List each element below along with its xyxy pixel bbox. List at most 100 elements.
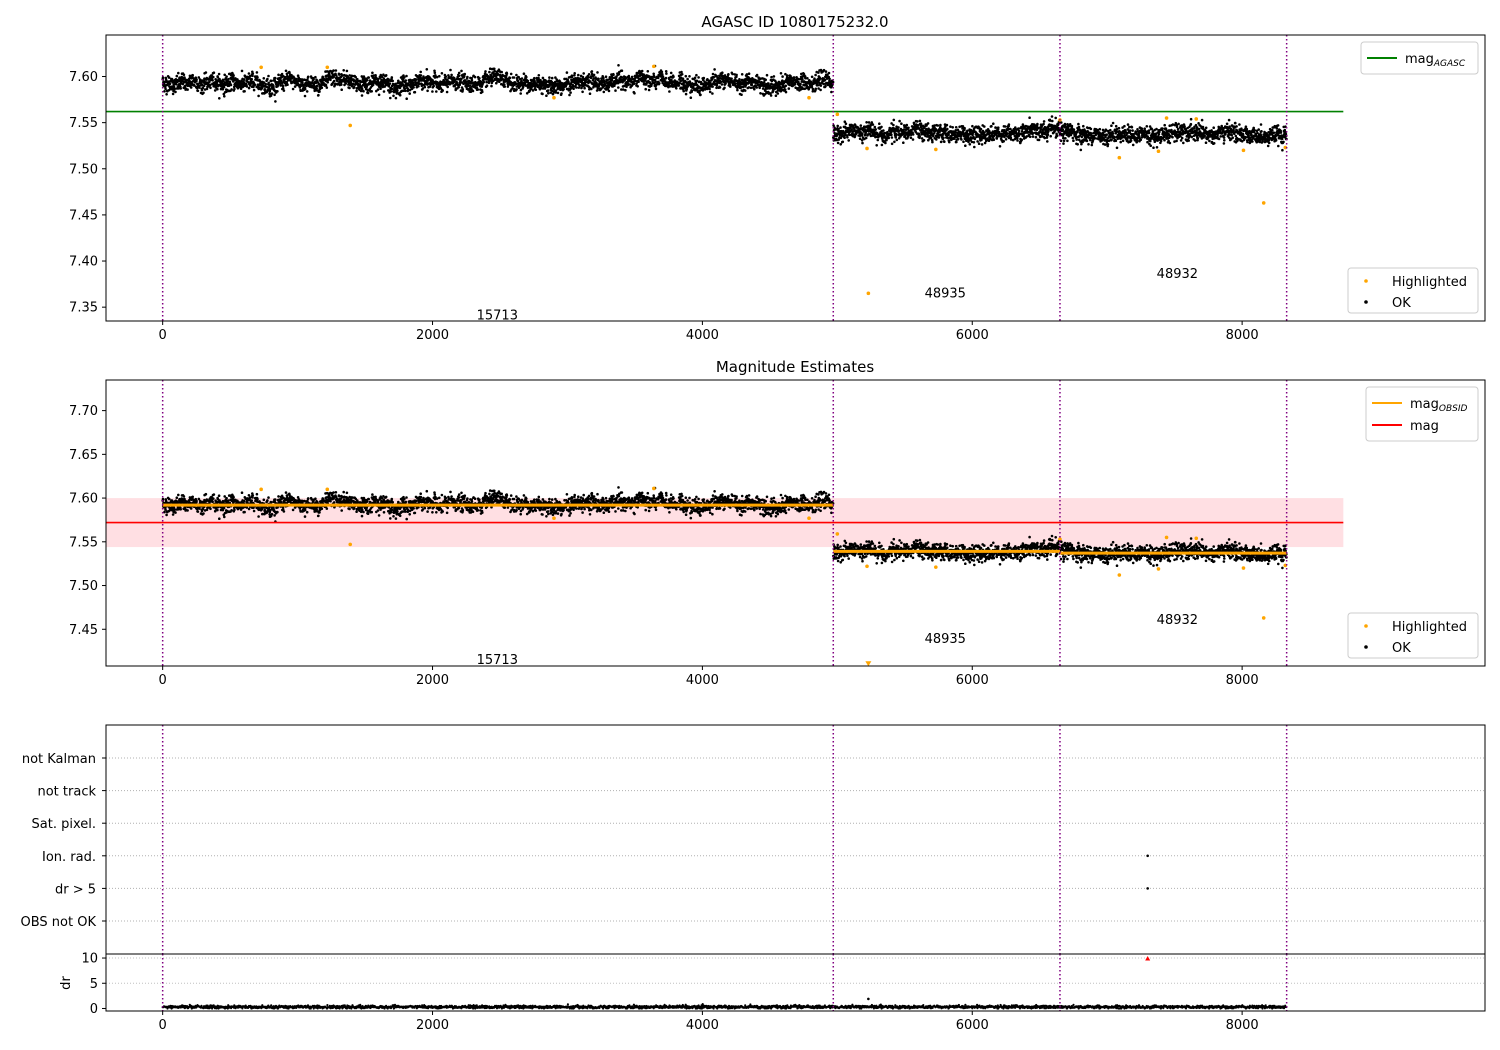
axes-frame — [105, 724, 1486, 955]
highlighted-point — [865, 146, 869, 151]
highlighted-point — [865, 564, 869, 569]
highlighted-point — [552, 516, 556, 520]
y-tick-label: 10 — [81, 952, 98, 967]
panel-magnitude-estimates: Magnitude Estimates1571348935489320 2000 4… — [69, 358, 1486, 688]
highlighted-point — [1117, 573, 1122, 577]
flag-label: dr > 5 — [55, 882, 96, 897]
highlighted-point — [325, 487, 330, 492]
dr-point — [867, 997, 870, 1001]
x-tick-label: 0 — [159, 673, 167, 688]
highlighted-point — [348, 123, 353, 128]
panel-flags: not Kalman not track Sat. pixel. Ion. rad. d… — [21, 724, 1486, 955]
legend-label: Highlighted — [1392, 275, 1467, 290]
dr-points — [161, 1003, 1288, 1010]
y-tick-label: 7.55 — [69, 535, 98, 550]
highlighted-point — [652, 486, 656, 491]
flag-label: not track — [37, 785, 96, 800]
x-tick-label: 6000 — [956, 673, 989, 688]
legend-label: OK — [1392, 641, 1411, 656]
highlighted-point — [1261, 201, 1266, 205]
highlighted-point — [348, 542, 353, 547]
highlighted-point — [1156, 149, 1161, 154]
legend-label: OK — [1392, 296, 1411, 311]
highlighted-point — [1164, 535, 1169, 540]
figure-title: AGASC ID 1080175232.0 — [701, 13, 888, 31]
y-tick-label: 7.60 — [69, 70, 98, 85]
highlighted-point — [325, 65, 330, 70]
dr-axis-label: dr — [59, 976, 74, 990]
y-tick-label: 7.55 — [69, 116, 98, 131]
y-tick-label: 7.50 — [69, 579, 98, 594]
x-tick-label: 8000 — [1226, 1018, 1259, 1033]
highlighted-point — [934, 147, 938, 152]
x-tick-label: 4000 — [686, 1018, 719, 1033]
highlighted-point — [1194, 117, 1199, 121]
x-tick-label: 4000 — [686, 328, 719, 343]
x-tick-label: 6000 — [956, 1018, 989, 1033]
panel-title: Magnitude Estimates — [716, 358, 874, 376]
flag-point — [1146, 887, 1149, 890]
x-tick-label: 2000 — [416, 673, 449, 688]
panel-dr: 0 2000 4000 6000 8000 0 5 10 dr — [59, 952, 1486, 1033]
y-tick-label: 7.50 — [69, 162, 98, 177]
highlighted-point — [1164, 116, 1169, 120]
flag-label: Ion. rad. — [42, 850, 96, 865]
x-tick-label: 4000 — [686, 673, 719, 688]
x-tick-label: 8000 — [1226, 328, 1259, 343]
legend-marker — [1364, 279, 1368, 283]
highlighted-point — [1117, 155, 1122, 160]
ok-points-path — [161, 64, 1288, 152]
flag-label: not Kalman — [22, 752, 96, 767]
highlighted-point — [807, 516, 811, 520]
highlighted-point — [259, 65, 263, 70]
dr-outlier-marker — [1145, 956, 1151, 961]
legend-subscript: OBSID — [1439, 404, 1468, 414]
highlighted-point — [807, 95, 811, 100]
figure: AGASC ID 1080175232.0 1571348935489320 20… — [21, 13, 1486, 1033]
highlighted-point — [552, 95, 556, 100]
x-tick-label: 2000 — [416, 1018, 449, 1033]
highlighted-point — [835, 112, 840, 117]
legend-subscript: AGASC — [1433, 59, 1466, 69]
flag-point — [1146, 854, 1149, 858]
dr-baseline-points — [161, 1003, 1288, 1010]
x-tick-label: 8000 — [1226, 673, 1259, 688]
y-tick-label: 7.45 — [69, 208, 98, 223]
highlighted-point — [1194, 536, 1199, 541]
obsid-label: 48932 — [1157, 613, 1198, 628]
axes-frame — [105, 953, 1486, 1012]
y-tick-label: 7.35 — [69, 301, 98, 316]
y-tick-label: 7.65 — [69, 448, 98, 463]
y-tick-label: 7.70 — [69, 404, 98, 419]
y-tick-label: 5 — [90, 977, 98, 992]
y-tick-label: 7.40 — [69, 255, 98, 270]
highlighted-point — [1241, 566, 1246, 570]
panel-agasc-mag: 1571348935489320 2000 4000 6000 80007.357.40… — [69, 34, 1486, 343]
obsid-label: 48932 — [1157, 267, 1198, 282]
x-tick-label: 0 — [159, 1018, 167, 1033]
highlighted-point — [1261, 616, 1266, 620]
legend-marker — [1364, 300, 1368, 304]
legend-marker — [1364, 645, 1368, 649]
flag-label: Sat. pixel. — [32, 817, 96, 832]
legend-marker — [1364, 624, 1368, 628]
flag-label: OBS not OK — [21, 915, 97, 930]
highlighted-point — [835, 532, 840, 536]
highlighted-point — [1156, 567, 1161, 571]
obsid-label: 48935 — [925, 286, 966, 301]
legend-label: Highlighted — [1392, 620, 1467, 635]
legend-label: mag — [1410, 419, 1439, 434]
y-tick-label: 7.45 — [69, 623, 98, 638]
highlighted-point — [259, 487, 263, 492]
highlighted-point — [934, 565, 938, 569]
highlighted-point — [1241, 148, 1246, 153]
x-tick-label: 6000 — [956, 328, 989, 343]
x-tick-label: 0 — [159, 328, 167, 343]
highlighted-point — [652, 64, 656, 69]
y-tick-label: 7.60 — [69, 492, 98, 507]
x-tick-label: 2000 — [416, 328, 449, 343]
highlighted-point — [866, 291, 871, 296]
y-tick-label: 0 — [90, 1002, 98, 1017]
obsid-label: 48935 — [925, 632, 966, 647]
ok-points — [161, 64, 1288, 152]
